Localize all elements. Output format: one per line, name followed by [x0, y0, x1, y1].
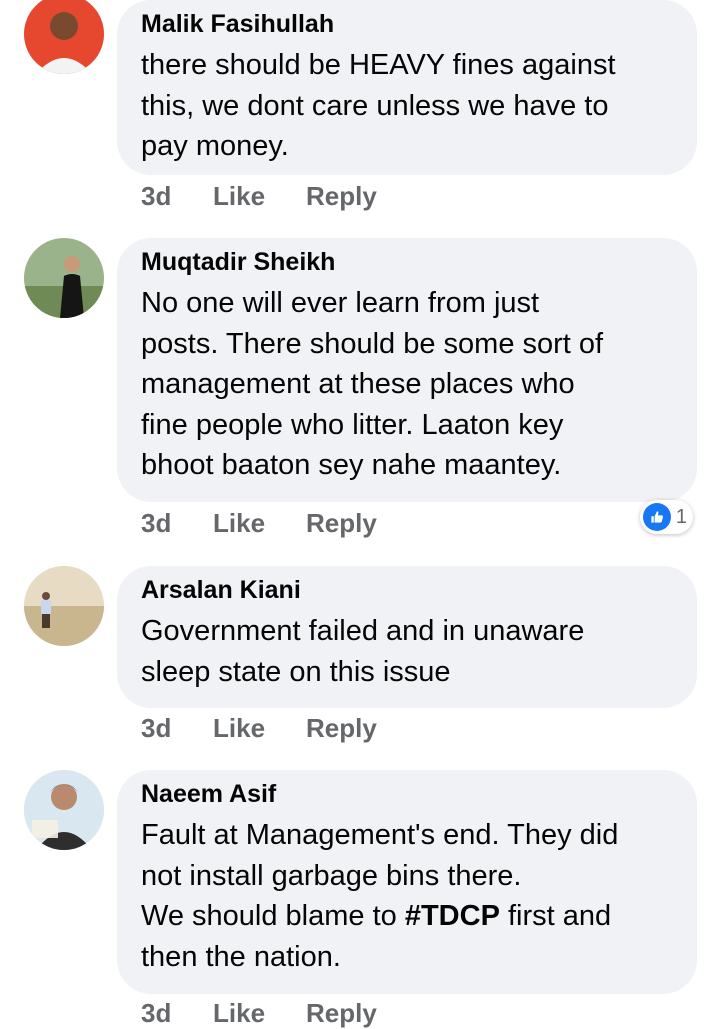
- reply-button[interactable]: Reply: [306, 713, 377, 744]
- like-button[interactable]: Like: [213, 998, 306, 1029]
- like-button[interactable]: Like: [213, 508, 306, 539]
- comment-bubble: Naeem Asif Fault at Management's end. Th…: [117, 770, 697, 994]
- reply-button[interactable]: Reply: [306, 998, 377, 1029]
- comment-author[interactable]: Malik Fasihullah: [141, 9, 673, 39]
- avatar[interactable]: [24, 770, 104, 850]
- avatar[interactable]: [24, 566, 104, 646]
- comment-actions: 3d Like Reply: [141, 713, 377, 744]
- comment-author[interactable]: Muqtadir Sheikh: [141, 247, 673, 277]
- like-button[interactable]: Like: [213, 713, 306, 744]
- comment-actions: 3d Like Reply: [141, 998, 377, 1029]
- comment-actions: 3d Like Reply: [141, 508, 377, 539]
- reaction-count: 1: [675, 505, 687, 528]
- like-button[interactable]: Like: [213, 181, 306, 212]
- reply-button[interactable]: Reply: [306, 181, 377, 212]
- comment-text: there should be HEAVY fines against this…: [141, 49, 616, 162]
- reaction-summary[interactable]: 1: [639, 500, 693, 534]
- comment-author[interactable]: Naeem Asif: [141, 779, 673, 809]
- comment-text: No one will ever learn from just posts. …: [141, 287, 604, 481]
- comment-bubble: Muqtadir Sheikh No one will ever learn f…: [117, 238, 697, 502]
- comment-bubble: Arsalan Kiani Government failed and in u…: [117, 566, 697, 708]
- avatar[interactable]: [24, 238, 104, 318]
- comment-timestamp[interactable]: 3d: [141, 713, 213, 744]
- comment-timestamp[interactable]: 3d: [141, 508, 213, 539]
- thumbs-up-icon: [642, 503, 671, 531]
- avatar[interactable]: [24, 0, 104, 74]
- comment-bubble: Malik Fasihullah there should be HEAVY f…: [117, 0, 697, 175]
- comment-text: Government failed and in unaware sleep s…: [141, 615, 585, 688]
- hashtag-link[interactable]: #TDCP: [405, 900, 500, 932]
- reply-button[interactable]: Reply: [306, 508, 377, 539]
- comment-timestamp[interactable]: 3d: [141, 998, 213, 1029]
- comment-actions: 3d Like Reply: [141, 181, 377, 212]
- comment-author[interactable]: Arsalan Kiani: [141, 575, 673, 605]
- comment-timestamp[interactable]: 3d: [141, 181, 213, 212]
- comment-text: Fault at Management's end. They did not …: [141, 815, 673, 977]
